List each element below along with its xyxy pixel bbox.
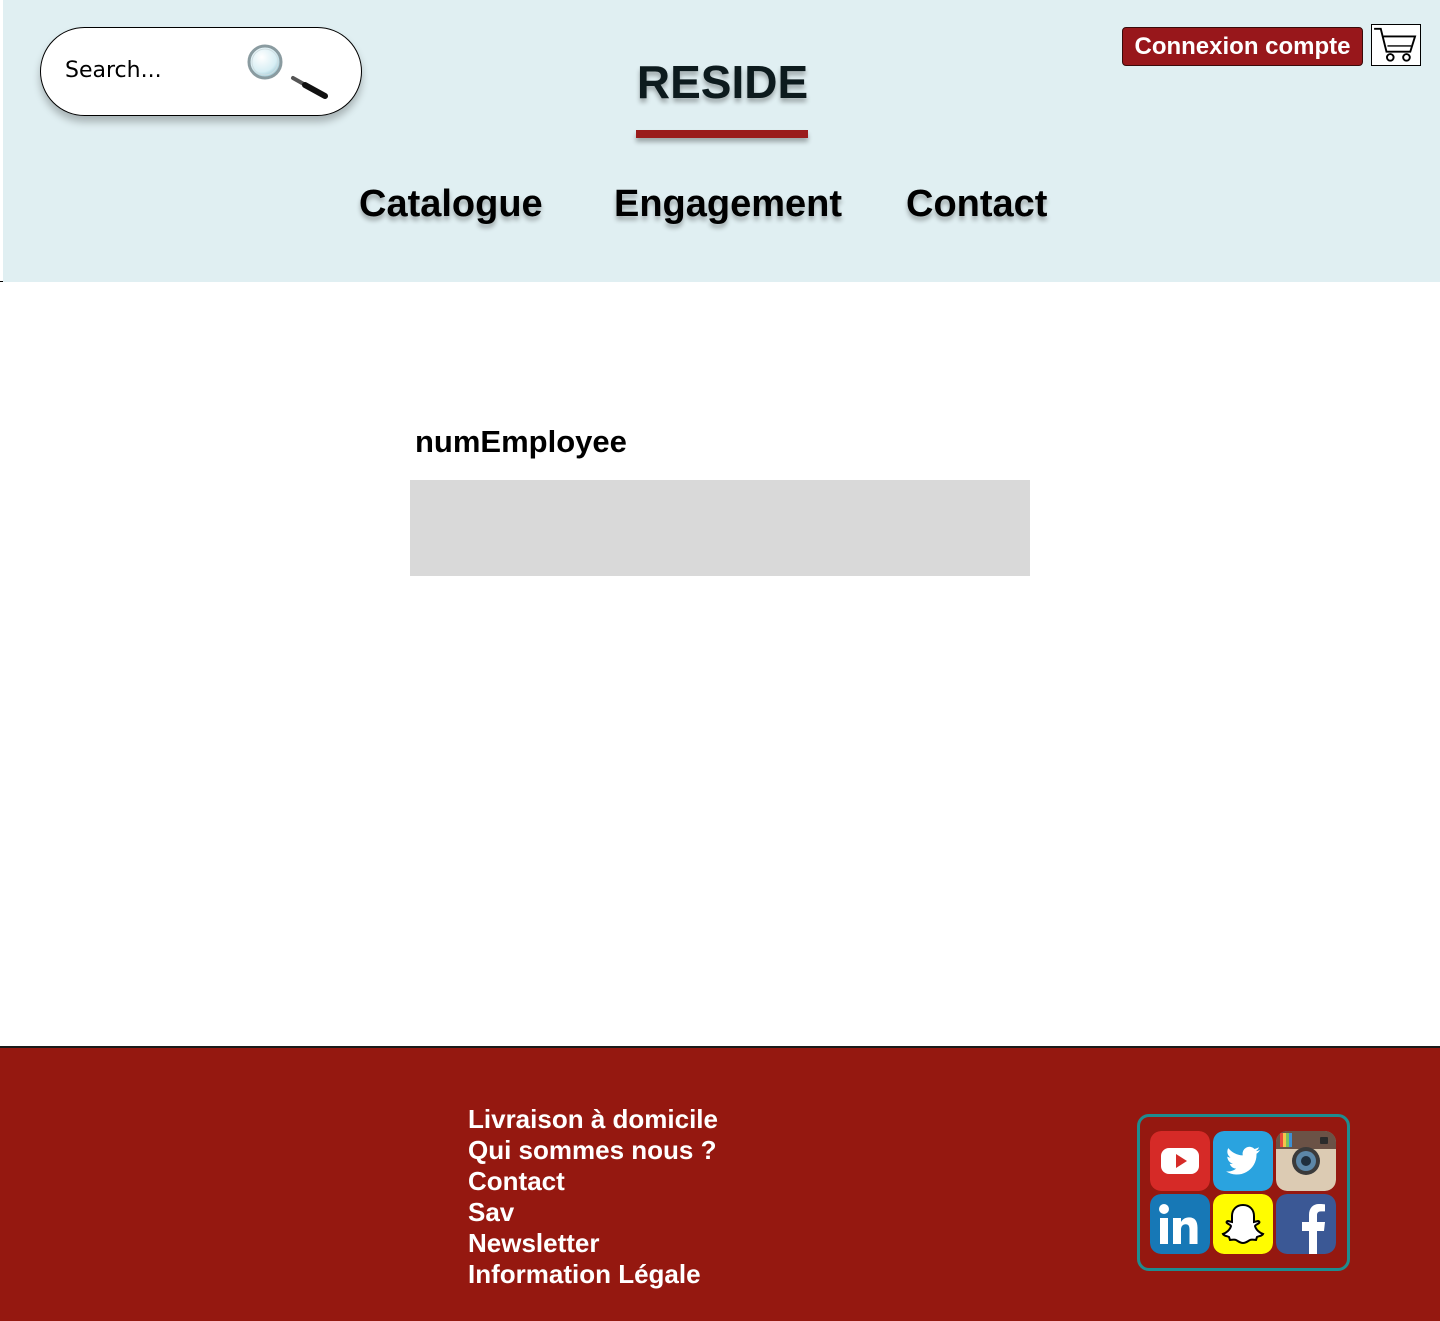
nav-engagement[interactable]: Engagement — [614, 183, 842, 226]
instagram-icon[interactable] — [1276, 1131, 1336, 1191]
footer-links: Livraison à domicile Qui sommes nous ? C… — [468, 1104, 718, 1290]
youtube-icon[interactable] — [1150, 1131, 1210, 1191]
site-footer: Livraison à domicile Qui sommes nous ? C… — [0, 1046, 1440, 1321]
nav-contact[interactable]: Contact — [906, 183, 1047, 226]
twitter-icon[interactable] — [1213, 1131, 1273, 1191]
linkedin-icon[interactable] — [1150, 1194, 1210, 1254]
main-nav: Catalogue Engagement Contact — [3, 183, 1440, 239]
login-button[interactable]: Connexion compte — [1122, 27, 1363, 66]
footer-link-about[interactable]: Qui sommes nous ? — [468, 1135, 718, 1166]
facebook-icon[interactable] — [1276, 1194, 1336, 1254]
footer-link-contact[interactable]: Contact — [468, 1166, 718, 1197]
footer-link-sav[interactable]: Sav — [468, 1197, 718, 1228]
num-employee-label: numEmployee — [415, 424, 627, 459]
social-links — [1137, 1114, 1350, 1271]
footer-link-newsletter[interactable]: Newsletter — [468, 1228, 718, 1259]
snapchat-icon[interactable] — [1213, 1194, 1273, 1254]
site-header: RESIDE Connexion compte Catalogue Engage… — [3, 0, 1440, 282]
logo-underline — [636, 130, 808, 138]
cart-icon[interactable] — [1371, 24, 1421, 66]
divider — [0, 281, 3, 282]
num-employee-field[interactable] — [410, 480, 1030, 576]
nav-catalogue[interactable]: Catalogue — [359, 183, 543, 226]
footer-link-legal[interactable]: Information Légale — [468, 1259, 718, 1290]
footer-link-livraison[interactable]: Livraison à domicile — [468, 1104, 718, 1135]
